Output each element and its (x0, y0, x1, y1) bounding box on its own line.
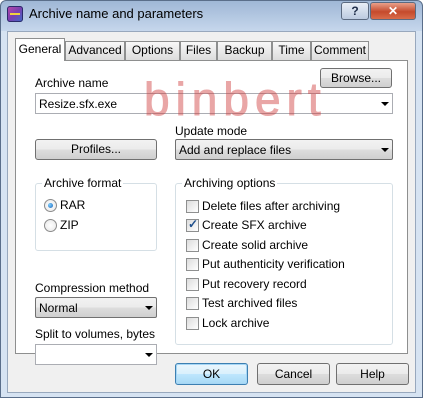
zip-radio[interactable] (44, 219, 57, 232)
rar-label[interactable]: RAR (60, 198, 85, 212)
title-bar[interactable]: Archive name and parameters ? ✕ (1, 1, 422, 27)
tab-files[interactable]: Files (180, 41, 217, 60)
create-sfx-label[interactable]: Create SFX archive (202, 218, 307, 232)
test-files-label[interactable]: Test archived files (202, 296, 297, 310)
cancel-button[interactable]: Cancel (257, 363, 330, 385)
tab-time[interactable]: Time (272, 41, 311, 60)
general-tab-panel: Archive name Browse... Resize.sfx.exe Up… (15, 60, 408, 365)
ok-button[interactable]: OK (175, 363, 248, 385)
split-volumes-combo[interactable] (35, 344, 157, 365)
help-title-button[interactable]: ? (341, 2, 369, 20)
window-title: Archive name and parameters (29, 6, 204, 21)
archive-format-title: Archive format (42, 176, 124, 190)
browse-button[interactable]: Browse... (320, 68, 392, 88)
authenticity-label[interactable]: Put authenticity verification (202, 257, 345, 271)
winrar-icon (7, 6, 23, 22)
archive-name-combo[interactable]: Resize.sfx.exe (35, 93, 393, 114)
archiving-options-group: Archiving options Delete files after arc… (175, 176, 393, 345)
recovery-record-label[interactable]: Put recovery record (202, 277, 307, 291)
tab-comment[interactable]: Comment (311, 41, 369, 60)
compression-method-value: Normal (39, 301, 78, 315)
lock-archive-label[interactable]: Lock archive (202, 316, 269, 330)
update-mode-select[interactable]: Add and replace files (175, 139, 393, 160)
zip-label[interactable]: ZIP (60, 218, 79, 232)
chevron-down-icon[interactable] (381, 102, 389, 106)
delete-files-checkbox[interactable] (186, 200, 199, 213)
create-solid-checkbox[interactable] (186, 239, 199, 252)
update-mode-value: Add and replace files (179, 143, 292, 157)
tab-advanced[interactable]: Advanced (65, 41, 125, 60)
tab-general[interactable]: General (15, 38, 65, 61)
tab-options[interactable]: Options (125, 41, 180, 60)
help-button[interactable]: Help (336, 363, 409, 385)
test-files-checkbox[interactable] (186, 297, 199, 310)
create-solid-label[interactable]: Create solid archive (202, 238, 308, 252)
split-volumes-label: Split to volumes, bytes (35, 327, 156, 341)
archive-name-value: Resize.sfx.exe (39, 97, 118, 111)
dialog-client-area: General Advanced Options Files Backup Ti… (7, 31, 416, 393)
compression-method-select[interactable]: Normal (35, 297, 157, 318)
chevron-down-icon[interactable] (145, 353, 153, 357)
create-sfx-checkbox[interactable] (186, 217, 199, 232)
archive-format-group: Archive format RAR ZIP (35, 176, 157, 251)
recovery-record-checkbox[interactable] (186, 278, 199, 291)
profiles-button[interactable]: Profiles... (35, 139, 157, 160)
archive-dialog: Archive name and parameters ? ✕ General … (0, 0, 423, 398)
archive-name-label: Archive name (35, 76, 109, 90)
chevron-down-icon[interactable] (145, 306, 153, 310)
authenticity-checkbox[interactable] (186, 258, 199, 271)
close-button[interactable]: ✕ (370, 2, 416, 20)
delete-files-label[interactable]: Delete files after archiving (202, 199, 340, 213)
tab-backup[interactable]: Backup (217, 41, 272, 60)
update-mode-label: Update mode (175, 124, 248, 138)
compression-method-label: Compression method (35, 281, 150, 295)
archiving-options-title: Archiving options (182, 176, 278, 190)
chevron-down-icon[interactable] (381, 148, 389, 152)
rar-radio[interactable] (44, 199, 57, 212)
lock-archive-checkbox[interactable] (186, 317, 199, 330)
